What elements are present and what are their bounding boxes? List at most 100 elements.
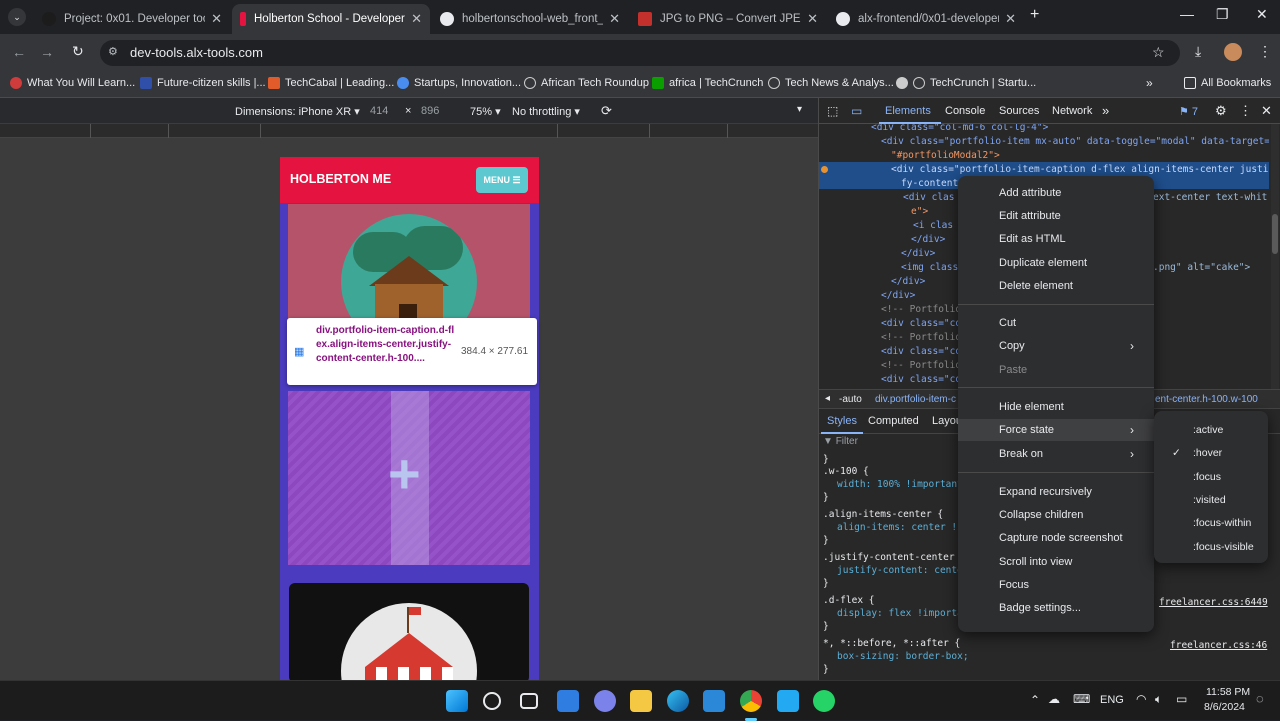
teams-chat-icon[interactable] xyxy=(594,690,616,712)
height-input[interactable]: 896 xyxy=(421,105,439,117)
dom-line[interactable]: <div class="co xyxy=(881,318,961,329)
device-options-icon[interactable]: ▾ xyxy=(797,104,802,115)
close-tab-icon[interactable]: ✕ xyxy=(411,11,422,27)
minimize-button[interactable]: — xyxy=(1180,6,1194,22)
dom-line[interactable]: <div class="co xyxy=(881,374,961,385)
menu-force-state[interactable]: Force state › xyxy=(958,419,1154,441)
forward-icon[interactable]: → xyxy=(40,44,54,60)
css-source-link[interactable]: freelancer.css:46 xyxy=(1170,640,1267,651)
keyboard-icon[interactable]: ⌨ xyxy=(1073,692,1090,706)
css-property[interactable]: justify-content: cente xyxy=(837,565,963,576)
device-toggle-icon[interactable]: ▭ xyxy=(851,104,862,118)
devtools-close-icon[interactable]: ✕ xyxy=(1261,103,1272,119)
menu-duplicate-element[interactable]: Duplicate element xyxy=(958,252,1154,274)
css-selector[interactable]: .justify-content-center { xyxy=(823,552,966,563)
dom-line[interactable]: </div> xyxy=(881,290,915,301)
portfolio-caption-overlay[interactable]: + xyxy=(288,391,530,565)
rotate-icon[interactable]: ⟳ xyxy=(601,103,612,119)
reload-icon[interactable]: ↻ xyxy=(72,43,84,60)
battery-icon[interactable]: ▭ xyxy=(1176,692,1187,706)
tab-sources[interactable]: Sources xyxy=(999,105,1039,117)
dom-line[interactable]: </div> xyxy=(911,234,945,245)
menu-focus[interactable]: Focus xyxy=(958,574,1154,596)
close-tab-icon[interactable]: ✕ xyxy=(1005,11,1016,27)
menu-copy[interactable]: Copy › xyxy=(958,335,1154,357)
menu-cut[interactable]: Cut xyxy=(958,312,1154,334)
portfolio-item-circus[interactable] xyxy=(289,583,529,680)
menu-collapse-children[interactable]: Collapse children xyxy=(958,504,1154,526)
download-icon[interactable]: ⤓ xyxy=(1195,43,1201,60)
wifi-icon[interactable]: ◠ xyxy=(1136,692,1146,706)
close-tab-icon[interactable]: ✕ xyxy=(211,11,222,27)
css-property[interactable]: box-sizing: border-box; xyxy=(837,651,969,662)
menu-edit-as-html[interactable]: Edit as HTML xyxy=(958,228,1154,250)
dom-line[interactable]: <div class="portfolio-item-caption d-fle… xyxy=(891,164,1269,175)
dom-line[interactable]: <i clas xyxy=(913,220,953,231)
state-hover[interactable]: ✓:hover xyxy=(1154,442,1268,464)
styles-filter[interactable]: ▼ Filter xyxy=(823,436,963,452)
tab-styles[interactable]: Styles xyxy=(827,415,857,427)
css-selector[interactable]: .d-flex { xyxy=(823,595,874,606)
portfolio-item-cabin[interactable] xyxy=(288,204,530,350)
css-source-link[interactable]: freelancer.css:6449 xyxy=(1159,597,1268,608)
close-tab-icon[interactable]: ✕ xyxy=(609,11,620,27)
volume-icon[interactable]: 🔈︎ xyxy=(1155,692,1162,707)
css-selector[interactable]: .w-100 { xyxy=(823,466,869,477)
state-focus-visible[interactable]: :focus-visible xyxy=(1154,536,1268,558)
new-tab-button[interactable]: + xyxy=(1030,6,1039,24)
menu-add-attribute[interactable]: Add attribute xyxy=(958,182,1154,204)
css-property[interactable]: display: flex !importa xyxy=(837,608,963,619)
bookmark-item[interactable]: What You Will Learn... xyxy=(10,77,135,89)
issues-badge[interactable]: ⚑ 7 xyxy=(1179,105,1198,118)
clock-date[interactable]: 8/6/2024 xyxy=(1204,701,1245,713)
tab-elements[interactable]: Elements xyxy=(885,105,931,117)
menu-button[interactable]: MENU ☰ xyxy=(476,167,528,193)
maximize-button[interactable]: ❐ xyxy=(1216,6,1229,23)
breadcrumb-left-arrow[interactable]: ◂ xyxy=(825,393,830,404)
width-input[interactable]: 414 xyxy=(370,105,388,117)
menu-hide-element[interactable]: Hide element xyxy=(958,396,1154,418)
breadcrumb-item-selected[interactable]: ent-center.h-100.w-100 xyxy=(1155,394,1258,405)
widgets-icon[interactable] xyxy=(557,690,579,712)
state-focus[interactable]: :focus xyxy=(1154,466,1268,488)
dom-line[interactable]: <div class="portfolio-item mx-auto" data… xyxy=(881,136,1269,147)
task-view-icon[interactable] xyxy=(520,693,538,709)
menu-badge-settings[interactable]: Badge settings... xyxy=(958,597,1154,619)
css-selector[interactable]: .align-items-center { xyxy=(823,509,943,520)
bookmark-item[interactable]: TechCrunch | Startu... xyxy=(896,77,1036,89)
more-menu-icon[interactable]: ⋮ xyxy=(1258,43,1272,60)
address-bar[interactable]: ⚙ dev-tools.alx-tools.com ☆ xyxy=(100,40,1180,66)
menu-expand-recursively[interactable]: Expand recursively xyxy=(958,481,1154,503)
dom-line[interactable]: <img class= xyxy=(901,262,964,273)
menu-break-on[interactable]: Break on › xyxy=(958,443,1154,465)
throttle-select[interactable]: No throttling ▾ xyxy=(512,105,580,118)
browser-tab[interactable]: alx-frontend/0x01-developer_to ✕ xyxy=(828,4,1024,34)
bookmark-item[interactable]: Tech News & Analys... xyxy=(768,77,894,89)
menu-scroll-into-view[interactable]: Scroll into view xyxy=(958,551,1154,573)
devtools-menu-icon[interactable]: ⋮ xyxy=(1239,103,1252,119)
brand-logo[interactable]: HOLBERTON ME xyxy=(290,172,391,186)
bookmark-item[interactable]: Startups, Innovation... xyxy=(397,77,521,89)
breadcrumb-item[interactable]: -auto xyxy=(839,394,862,405)
back-icon[interactable]: ← xyxy=(12,44,26,60)
chrome-icon[interactable] xyxy=(740,690,762,712)
state-active[interactable]: :active xyxy=(1154,419,1268,441)
close-tab-icon[interactable]: ✕ xyxy=(807,11,818,27)
inspect-icon[interactable]: ⬚ xyxy=(827,104,838,118)
menu-edit-attribute[interactable]: Edit attribute xyxy=(958,205,1154,227)
bookmark-item[interactable]: Future-citizen skills |... xyxy=(140,77,266,89)
browser-tab[interactable]: Project: 0x01. Developer tools | ✕ xyxy=(34,4,230,34)
dom-line[interactable]: <div class="co xyxy=(881,346,961,357)
browser-tab[interactable]: holbertonschool-web_front_en ✕ xyxy=(432,4,628,34)
dom-line[interactable]: "#portfolioModal2"> xyxy=(891,150,1000,161)
dom-line[interactable]: e"> xyxy=(911,206,928,217)
dom-line[interactable]: </div> xyxy=(901,248,935,259)
tab-search-button[interactable]: ⌄ xyxy=(8,8,26,26)
dom-line[interactable]: <div clas xyxy=(903,192,954,203)
bookmark-item[interactable]: TechCabal | Leading... xyxy=(268,77,394,89)
bookmark-star-icon[interactable]: ☆ xyxy=(1152,44,1165,61)
dom-line[interactable]: <!-- Portfolio xyxy=(881,360,961,371)
breadcrumb-item-selected[interactable]: div.portfolio-item-c xyxy=(875,394,956,405)
more-tabs-icon[interactable]: » xyxy=(1102,103,1109,118)
more-bookmarks-icon[interactable]: » xyxy=(1146,76,1153,90)
